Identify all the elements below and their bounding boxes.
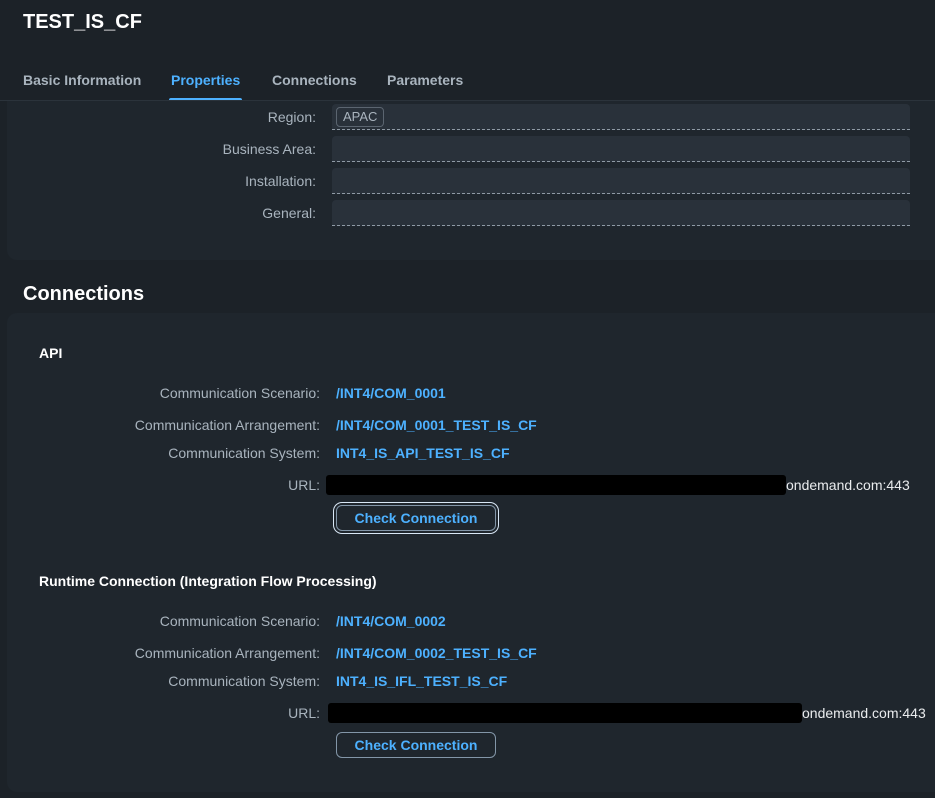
api-group-title: API bbox=[39, 345, 63, 361]
business-area-label: Business Area: bbox=[222, 141, 316, 157]
api-scenario-link[interactable]: /INT4/COM_0001 bbox=[336, 383, 446, 403]
runtime-group-title: Runtime Connection (Integration Flow Pro… bbox=[39, 573, 377, 589]
api-system-row: Communication System: INT4_IS_API_TEST_I… bbox=[0, 443, 935, 463]
runtime-url-redaction bbox=[328, 703, 802, 723]
object-header: TEST_IS_CF Basic Information Properties … bbox=[0, 0, 935, 101]
runtime-url-value: ondemand.com:443 bbox=[328, 703, 926, 723]
api-system-link[interactable]: INT4_IS_API_TEST_IS_CF bbox=[336, 443, 510, 463]
runtime-system-row: Communication System: INT4_IS_IFL_TEST_I… bbox=[0, 671, 935, 691]
runtime-system-link[interactable]: INT4_IS_IFL_TEST_IS_CF bbox=[336, 671, 507, 691]
tab-parameters[interactable]: Parameters bbox=[387, 66, 463, 101]
runtime-system-label: Communication System: bbox=[168, 673, 320, 689]
installation-label: Installation: bbox=[245, 173, 316, 189]
region-label: Region: bbox=[267, 109, 316, 125]
runtime-url-label: URL: bbox=[288, 705, 320, 721]
property-row-general: General: bbox=[0, 200, 935, 226]
connections-section-title: Connections bbox=[23, 283, 145, 305]
page-title: TEST_IS_CF bbox=[23, 11, 142, 33]
api-url-row: URL: ondemand.com:443 bbox=[0, 475, 935, 495]
property-row-installation: Installation: bbox=[0, 168, 935, 194]
api-url-redaction bbox=[326, 475, 786, 495]
api-arrangement-link[interactable]: /INT4/COM_0001_TEST_IS_CF bbox=[336, 415, 537, 435]
api-url-value: ondemand.com:443 bbox=[326, 475, 910, 495]
api-url-label: URL: bbox=[288, 477, 320, 493]
tab-basic-information[interactable]: Basic Information bbox=[23, 66, 141, 101]
runtime-arrangement-row: Communication Arrangement: /INT4/COM_000… bbox=[0, 643, 935, 663]
api-scenario-label: Communication Scenario: bbox=[159, 385, 320, 401]
runtime-scenario-label: Communication Scenario: bbox=[159, 613, 320, 629]
property-row-business-area: Business Area: bbox=[0, 136, 935, 162]
runtime-url-row: URL: ondemand.com:443 bbox=[0, 703, 935, 723]
runtime-url-suffix: ondemand.com:443 bbox=[802, 705, 926, 721]
api-url-suffix: ondemand.com:443 bbox=[786, 477, 910, 493]
api-check-connection-button[interactable]: Check Connection bbox=[336, 505, 496, 531]
general-label: General: bbox=[262, 205, 316, 221]
api-arrangement-label: Communication Arrangement: bbox=[134, 417, 320, 433]
tab-bar: Basic Information Properties Connections… bbox=[0, 66, 935, 101]
business-area-field[interactable] bbox=[332, 136, 910, 162]
region-token: APAC bbox=[336, 107, 385, 127]
tab-properties[interactable]: Properties bbox=[168, 66, 243, 101]
runtime-arrangement-link[interactable]: /INT4/COM_0002_TEST_IS_CF bbox=[336, 643, 537, 663]
runtime-scenario-row: Communication Scenario: /INT4/COM_0002 bbox=[0, 611, 935, 631]
tab-connections[interactable]: Connections bbox=[272, 66, 357, 101]
region-field[interactable]: APAC bbox=[332, 104, 910, 130]
installation-field[interactable] bbox=[332, 168, 910, 194]
api-system-label: Communication System: bbox=[168, 445, 320, 461]
api-arrangement-row: Communication Arrangement: /INT4/COM_000… bbox=[0, 415, 935, 435]
general-field[interactable] bbox=[332, 200, 910, 226]
property-row-region: Region: APAC bbox=[0, 104, 935, 130]
runtime-arrangement-label: Communication Arrangement: bbox=[134, 645, 320, 661]
runtime-check-connection-button[interactable]: Check Connection bbox=[336, 732, 496, 758]
runtime-scenario-link[interactable]: /INT4/COM_0002 bbox=[336, 611, 446, 631]
api-scenario-row: Communication Scenario: /INT4/COM_0001 bbox=[0, 383, 935, 403]
